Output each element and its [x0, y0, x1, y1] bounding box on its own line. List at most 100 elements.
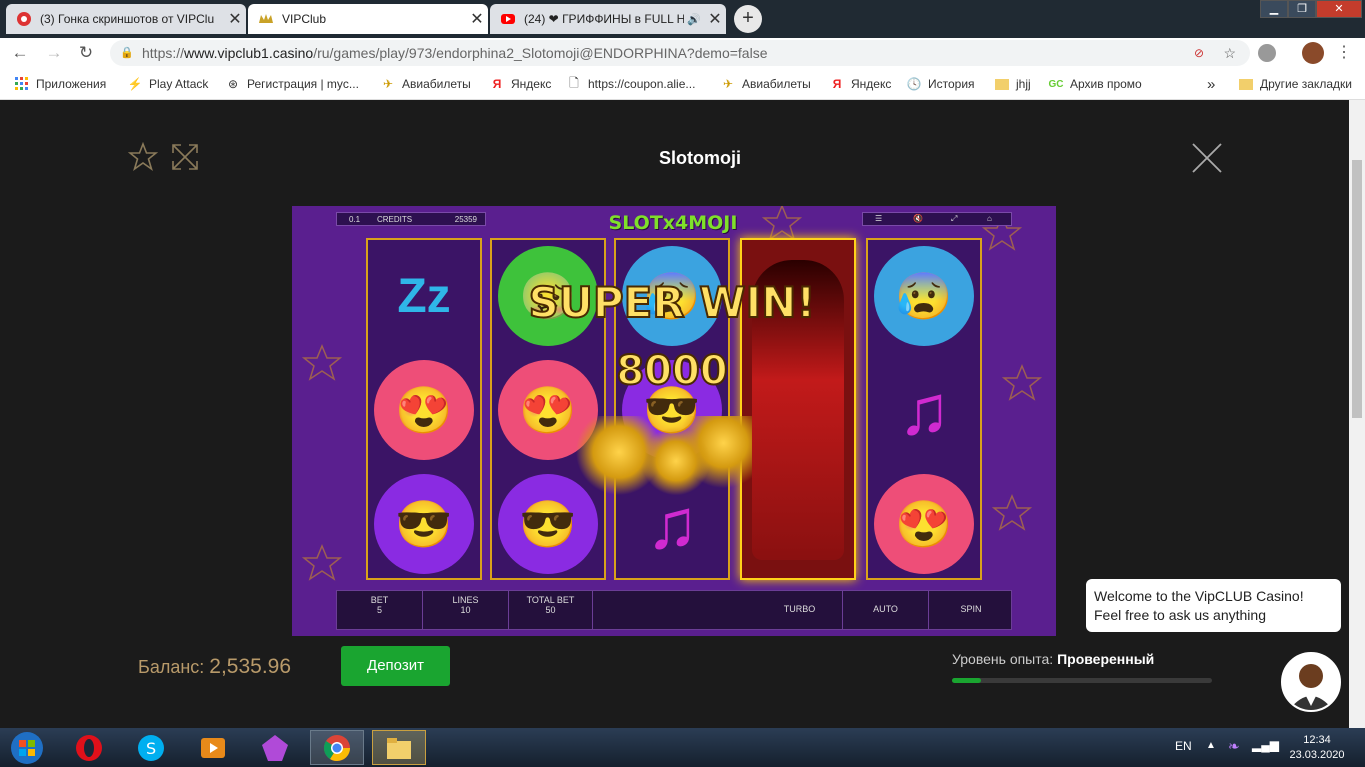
start-button[interactable]: [0, 730, 54, 765]
deposit-button[interactable]: Депозит: [341, 646, 450, 686]
language-indicator[interactable]: EN: [1175, 739, 1192, 753]
apps-grid-icon: [14, 76, 30, 92]
gc-icon: GC: [1048, 78, 1064, 90]
reload-button[interactable]: ↻: [76, 43, 96, 63]
tab-title: VIPClub: [282, 12, 327, 26]
back-button[interactable]: ←: [10, 43, 30, 63]
bookmark-label: Авиабилеты: [402, 77, 471, 91]
lines-control[interactable]: LINES 10: [423, 591, 509, 629]
auto-button[interactable]: AUTO: [843, 591, 929, 629]
chat-line-1: Welcome to the VipCLUB Casino!: [1094, 588, 1304, 604]
bookmark-folder-jhjj[interactable]: jhjj: [994, 75, 1031, 93]
bookmark-yandex[interactable]: Я Яндекс: [489, 75, 552, 93]
minimize-button[interactable]: ▁: [1260, 0, 1288, 18]
spin-button[interactable]: SPIN: [929, 591, 1013, 629]
forward-button[interactable]: →: [44, 43, 64, 63]
tab-title: (24) ❤ ГРИФФИНЫ в FULL H: [524, 12, 684, 26]
heart-eyes-symbol: 😍: [374, 360, 474, 460]
tab-vipclub[interactable]: VIPClub ✕: [248, 4, 488, 34]
sunglasses-symbol: 😎: [374, 474, 474, 574]
network-icon[interactable]: ▂▄▆: [1252, 738, 1279, 752]
url-field[interactable]: 🔒 https://www.vipclub1.casino/ru/games/p…: [110, 40, 1250, 66]
close-tab-icon[interactable]: ✕: [224, 9, 246, 29]
gold-coins: [562, 416, 752, 506]
bookmark-apps[interactable]: Приложения: [14, 75, 106, 93]
bookmark-coupon[interactable]: 🗋 https://coupon.alie...: [566, 75, 695, 93]
clock[interactable]: 12:34 23.03.2020: [1282, 733, 1352, 763]
close-tab-icon[interactable]: ✕: [466, 9, 488, 29]
lightning-icon: ⚡: [127, 77, 143, 91]
page-scrollbar[interactable]: [1349, 100, 1365, 728]
tab-youtube[interactable]: (24) ❤ ГРИФФИНЫ в FULL H 🔊 ✕: [490, 4, 726, 34]
favorite-star-icon[interactable]: [127, 141, 159, 172]
speaker-icon[interactable]: 🔊: [686, 11, 702, 27]
bookmark-other[interactable]: Другие закладки: [1238, 75, 1352, 93]
scroll-thumb[interactable]: [1352, 160, 1362, 418]
sound-icon[interactable]: 🔇: [913, 214, 923, 223]
url-host: www.vipclub1.casino: [184, 45, 314, 61]
menu-icon[interactable]: ☰: [875, 214, 882, 223]
chat-line-2: Feel free to ask us anything: [1094, 607, 1266, 623]
bookmark-history[interactable]: 🕓 История: [906, 75, 975, 93]
bookmark-label: Авиабилеты: [742, 77, 811, 91]
globe-extension-icon[interactable]: [1258, 44, 1276, 62]
close-tab-icon[interactable]: ✕: [704, 9, 726, 29]
app-taskbar-icon[interactable]: [248, 730, 302, 765]
bookmark-play-attack[interactable]: ⚡ Play Attack: [127, 75, 209, 93]
maximize-button[interactable]: ❐: [1288, 0, 1316, 18]
reel-5: 😰 ♫ 😍: [866, 238, 982, 580]
menu-icon[interactable]: ⋮: [1336, 42, 1352, 64]
casino-icon: [16, 11, 32, 27]
balance-value: 2,535.96: [209, 655, 292, 678]
tab-bar: (3) Гонка скриншотов от VIPClu ✕ VIPClub…: [0, 0, 1365, 38]
chat-welcome-bubble[interactable]: Welcome to the VipCLUB Casino! Feel free…: [1086, 579, 1341, 632]
bet-control[interactable]: BET 5: [337, 591, 423, 629]
explorer-taskbar-icon[interactable]: [372, 730, 426, 765]
support-agent-avatar[interactable]: [1281, 652, 1341, 712]
fullscreen-icon[interactable]: ⤢: [951, 214, 957, 224]
bookmark-label: Яндекс: [851, 77, 892, 91]
bookmark-label: jhjj: [1016, 77, 1031, 91]
win-amount: 8000: [615, 347, 728, 395]
bookmark-star-icon[interactable]: ☆: [1223, 40, 1236, 66]
svg-text:S: S: [146, 739, 156, 758]
turbo-button[interactable]: TURBO: [757, 591, 843, 629]
credits-panel: 0.1 CREDITS 25359: [336, 212, 486, 226]
airplane-icon: ✈: [382, 77, 394, 91]
close-game-icon[interactable]: [1191, 142, 1223, 174]
address-bar: ← → ↻ 🔒 https://www.vipclub1.casino/ru/g…: [0, 38, 1365, 68]
bookmark-aviabilety[interactable]: ✈ Авиабилеты: [380, 75, 471, 93]
bookmark-promo-archive[interactable]: GC Архив промо: [1048, 75, 1142, 93]
windows-taskbar: S EN ▲ ❧ ▂▄▆ 12:34 23.03.2020: [0, 728, 1365, 767]
credits-value: 25359: [454, 215, 477, 224]
fullscreen-icon[interactable]: [171, 143, 199, 171]
opera-taskbar-icon[interactable]: [62, 730, 116, 765]
bookmark-yandex-2[interactable]: Я Яндекс: [829, 75, 892, 93]
balance-display: Баланс: 2,535.96: [138, 655, 291, 679]
bookmark-label: Приложения: [36, 77, 107, 91]
folder-icon: [1238, 76, 1254, 92]
bookmarks-more-button[interactable]: »: [1207, 75, 1215, 93]
skype-taskbar-icon[interactable]: S: [124, 730, 178, 765]
close-window-button[interactable]: ✕: [1316, 0, 1362, 18]
media-player-taskbar-icon[interactable]: [186, 730, 240, 765]
bookmark-label: Другие закладки: [1260, 77, 1352, 91]
bet-label: BET: [370, 595, 389, 605]
level-progress-fill: [952, 678, 981, 683]
tab-vipclub-race[interactable]: (3) Гонка скриншотов от VIPClu ✕: [6, 4, 246, 34]
new-tab-button[interactable]: +: [734, 5, 762, 33]
home-icon[interactable]: ⌂: [987, 214, 992, 223]
bookmark-registration[interactable]: ⊛ Регистрация | myc...: [225, 75, 359, 93]
profile-avatar[interactable]: [1302, 42, 1324, 64]
lock-icon: 🔒: [120, 47, 134, 59]
blocked-popup-icon[interactable]: ⊘: [1194, 40, 1204, 66]
bookmark-aviabilety-2[interactable]: ✈ Авиабилеты: [720, 75, 811, 93]
tray-arrow-icon[interactable]: ▲: [1206, 740, 1216, 751]
bookmark-label: Яндекс: [511, 77, 552, 91]
lines-value: 10: [460, 605, 471, 615]
slot-game-canvas[interactable]: 0.1 CREDITS 25359 SLOTx4MOJI ☰ 🔇 ⤢ ⌂ Zz …: [292, 206, 1056, 636]
music-note-symbol: ♫: [897, 371, 951, 449]
chrome-taskbar-icon[interactable]: [310, 730, 364, 765]
level-progress-bar: [952, 678, 1212, 683]
tray-app-icon[interactable]: ❧: [1228, 738, 1240, 755]
